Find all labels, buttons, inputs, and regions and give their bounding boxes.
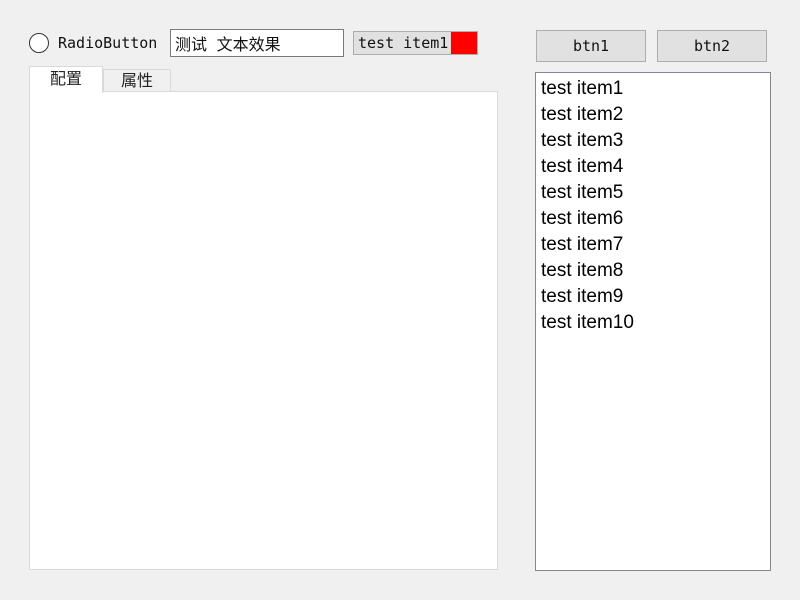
list-item[interactable]: test item10 (541, 310, 770, 336)
btn1-button[interactable]: btn1 (536, 30, 646, 62)
color-swatch (451, 32, 477, 54)
list-item[interactable]: test item1 (541, 76, 770, 102)
list-item[interactable]: test item6 (541, 206, 770, 232)
list-item[interactable]: test item5 (541, 180, 770, 206)
combo-selected-text: test item1 (358, 34, 449, 52)
list-item[interactable]: test item4 (541, 154, 770, 180)
item-combo-box[interactable]: test item1 (353, 31, 478, 55)
tab-properties[interactable]: 属性 (103, 69, 171, 92)
list-item[interactable]: test item2 (541, 102, 770, 128)
radio-button-label[interactable]: RadioButton (58, 33, 157, 53)
radio-button[interactable] (29, 33, 49, 53)
list-item[interactable]: test item3 (541, 128, 770, 154)
list-item[interactable]: test item7 (541, 232, 770, 258)
text-input[interactable] (170, 29, 344, 57)
list-item[interactable]: test item9 (541, 284, 770, 310)
tab-config[interactable]: 配置 (29, 66, 103, 93)
btn2-button[interactable]: btn2 (657, 30, 767, 62)
item-list[interactable]: test item1 test item2 test item3 test it… (535, 72, 771, 571)
tab-pane (29, 91, 498, 570)
list-item[interactable]: test item8 (541, 258, 770, 284)
